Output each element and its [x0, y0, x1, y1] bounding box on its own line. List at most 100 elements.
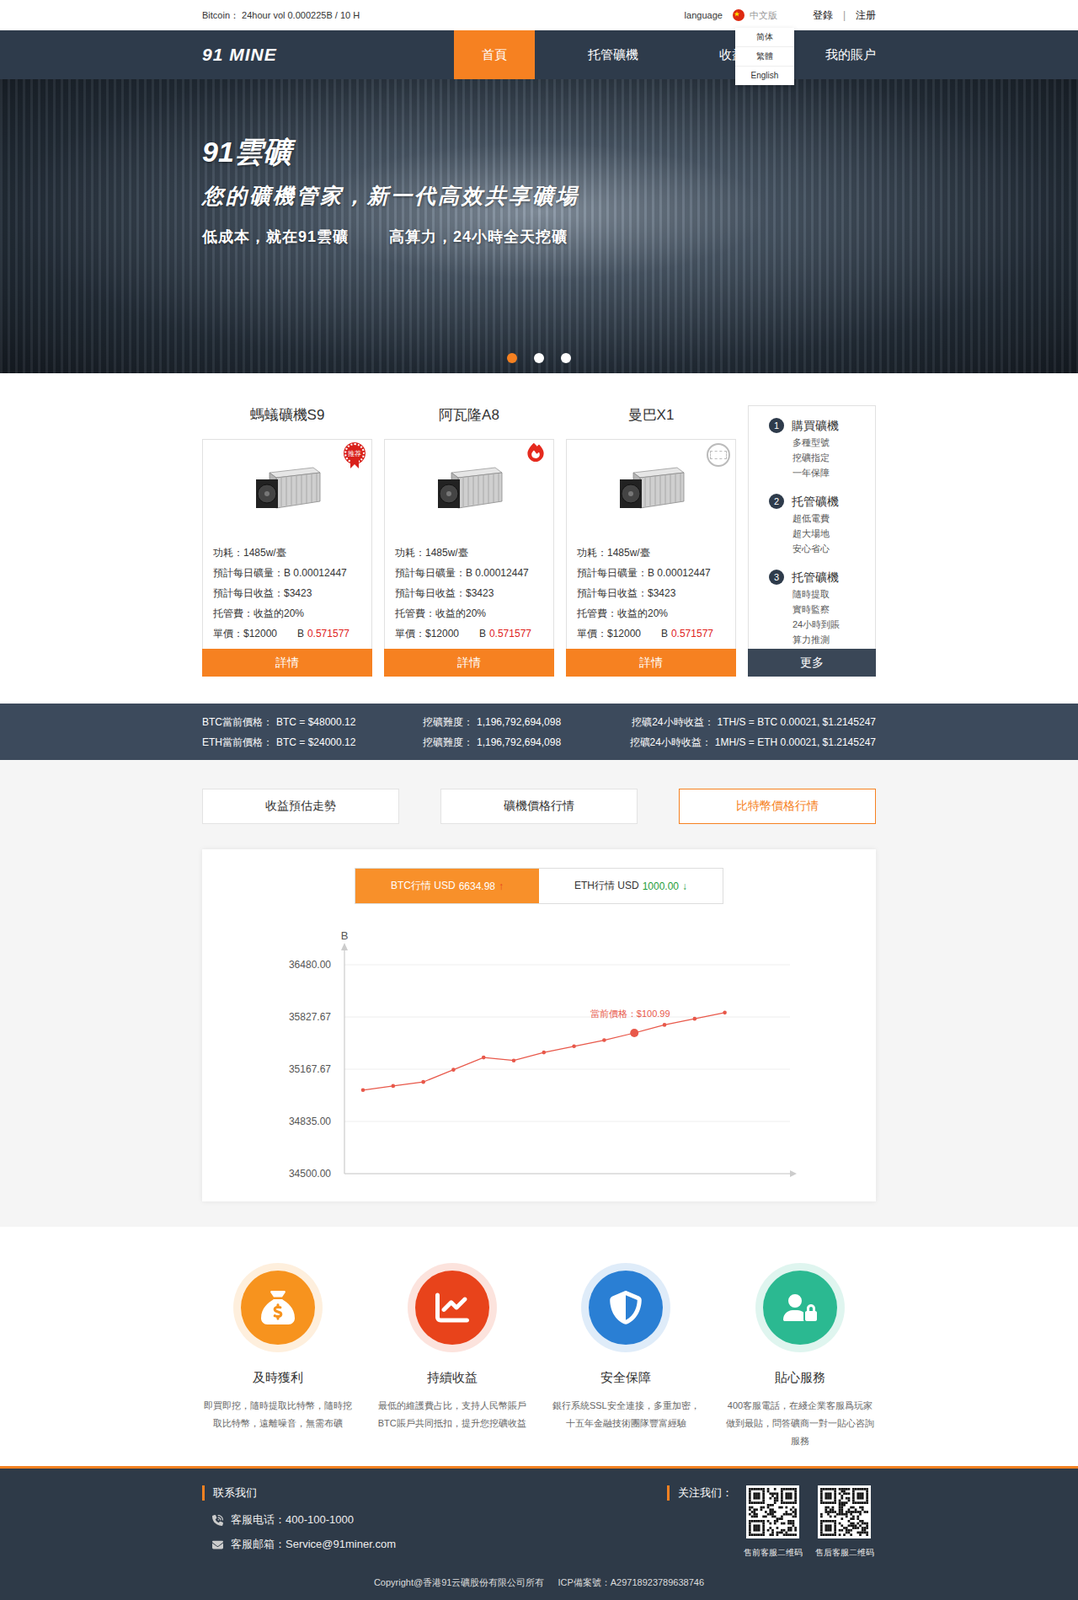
step-title: 購買礦機: [791, 416, 839, 435]
products-section: 螞蟻礦機S9推荐功耗：1485w/臺預計每日礦量：B 0.00012447預計每…: [0, 373, 1078, 704]
stats-strip: BTC當前價格：BTC = $48000.12挖礦難度：1,196,792,69…: [0, 703, 1078, 760]
step: 2托管礦機超低電費超大場地安心省心: [768, 491, 876, 556]
price-chart: B36480.0035827.6735167.6734835.0034500.0…: [202, 916, 876, 1195]
hero-tagline: 低成本，就在91雲礦: [202, 226, 349, 247]
feature-icon: [783, 1290, 817, 1324]
step-title: 托管礦機: [791, 567, 839, 587]
contact-title: 联系我们: [202, 1484, 396, 1500]
feature-badge: [407, 1262, 497, 1352]
language-current[interactable]: 中文版: [749, 9, 778, 22]
feature-badge: [755, 1262, 845, 1352]
price-point[interactable]: [629, 1028, 639, 1037]
y-tick: 35827.67: [288, 1010, 790, 1023]
feature-badge: [581, 1262, 671, 1352]
more-button[interactable]: 更多: [747, 648, 876, 677]
svg-text:34500.00: 34500.00: [288, 1167, 331, 1180]
footer: 联系我们客服电话：400-100-1000客服邮箱：Service@91mine…: [0, 1465, 1078, 1600]
market-tab[interactable]: 收益預估走勢: [202, 788, 400, 824]
step-point: 安心省心: [768, 540, 876, 556]
miner-icon: [250, 464, 324, 515]
coin-toggle-item[interactable]: BTC行情 USD6634.98↑: [355, 868, 539, 903]
register-link[interactable]: 注册: [855, 8, 876, 23]
details-button[interactable]: 詳情: [202, 648, 373, 677]
price-point[interactable]: [361, 1088, 366, 1093]
step-number: 3: [768, 569, 785, 585]
spec-line: 托管費：收益的20%: [213, 603, 362, 624]
price-point[interactable]: [481, 1055, 486, 1060]
stat: BTC當前價格：BTC = $48000.12: [202, 711, 423, 732]
price-point[interactable]: [542, 1050, 547, 1055]
product-card: 功耗：1485w/臺預計每日礦量：B 0.00012447預計每日收益：$342…: [565, 438, 737, 677]
product-name: 阿瓦隆A8: [384, 405, 555, 426]
feature: 及時獲利即買即挖，隨時提取比特幣，隨時挖取比特幣，遠離噪音，無需布礦: [202, 1262, 354, 1450]
stats-row: ETH當前價格：BTC = $24000.12挖礦難度：1,196,792,69…: [202, 731, 876, 753]
price-point[interactable]: [662, 1022, 668, 1027]
market-section: 收益預估走勢 礦機價格行情 比特幣價格行情 BTC行情 USD6634.98↑ETH行…: [0, 759, 1078, 1227]
price-point[interactable]: [421, 1079, 426, 1084]
price-point[interactable]: [571, 1044, 577, 1049]
language-option[interactable]: 繁體: [735, 47, 795, 67]
product: 阿瓦隆A8 功耗：1485w/臺預計每日礦量：B 0.00012447預計每日收益…: [384, 405, 555, 677]
product-card: 功耗：1485w/臺預計每日礦量：B 0.00012447預計每日收益：$342…: [384, 438, 555, 677]
email-row[interactable]: 客服邮箱：Service@91miner.com: [202, 1535, 396, 1553]
qr-code: 售前客服二维码: [741, 1484, 805, 1559]
svg-text:36480.00: 36480.00: [288, 958, 331, 971]
price-point[interactable]: [391, 1083, 396, 1089]
svg-text:35827.67: 35827.67: [288, 1010, 331, 1023]
coin-toggle-item[interactable]: ETH行情 USD1000.00↓: [539, 868, 723, 903]
phone-icon: [212, 1514, 224, 1526]
y-tick: 36480.00: [288, 958, 790, 971]
step-point: 24小時到賬: [768, 616, 876, 632]
carousel-dots: [202, 352, 876, 363]
price-point[interactable]: [722, 1010, 727, 1015]
price-point[interactable]: [602, 1037, 607, 1042]
market-tab[interactable]: 比特幣價格行情: [678, 788, 876, 824]
price-line: [362, 1012, 726, 1090]
sold-out-stamp: [706, 442, 731, 467]
step-point: 挖礦指定: [768, 449, 876, 465]
price-point[interactable]: [693, 1016, 698, 1021]
step: 3托管礦機隨時提取實時監察24小時到賬算力推測: [768, 567, 876, 647]
ticker: Bitcoin： 24hour vol 0.000225B / 10 H: [202, 9, 360, 22]
y-tick: 34835.00: [288, 1115, 790, 1127]
carousel-dot[interactable]: [560, 352, 572, 363]
stat: 挖礦24小時收益：1TH/S = BTC 0.00021, $1.2145247: [631, 711, 876, 732]
carousel-dot[interactable]: [533, 352, 545, 363]
language-switcher[interactable]: language中文版简体繁體English: [684, 0, 778, 31]
carousel-dot[interactable]: [506, 352, 518, 363]
china-flag-icon: [732, 9, 745, 22]
market-tab[interactable]: 礦機價格行情: [440, 788, 638, 824]
details-button[interactable]: 詳情: [565, 648, 737, 677]
product-card: 推荐功耗：1485w/臺預計每日礦量：B 0.00012447預計每日收益：$3…: [202, 438, 373, 677]
price-point[interactable]: [512, 1057, 517, 1062]
qr-caption: 售后客服二维码: [815, 1546, 875, 1559]
price-point[interactable]: [451, 1067, 456, 1072]
trend-arrow: ↑: [498, 880, 504, 892]
language-option[interactable]: English: [735, 66, 795, 86]
language-option[interactable]: 简体: [735, 27, 795, 48]
feature-text: 400客服電話，在綫企業客服爲玩家做到最貼，問答礦商一對一貼心咨詢服務: [724, 1396, 876, 1450]
chart-card: BTC行情 USD6634.98↑ETH行情 USD1000.00↓ B 36480…: [202, 848, 876, 1201]
step-point: 隨時提取: [768, 586, 876, 602]
feature-icon: [608, 1290, 643, 1324]
step-number: 2: [768, 493, 785, 509]
nav-item[interactable]: 首頁: [453, 30, 535, 80]
nav-item[interactable]: 托管礦機: [560, 30, 667, 80]
feature-text: 最低的維護費占比，支持人民幣賬戶 BTC賬戶共同抵扣，提升您挖礦收益: [376, 1396, 529, 1432]
step-title: 托管礦機: [791, 491, 839, 511]
miner-icon: [432, 464, 506, 515]
details-button[interactable]: 詳情: [384, 648, 555, 677]
step: 1購買礦機多種型號挖礦指定一年保障: [768, 416, 876, 481]
hero-banner: 91雲礦您的礦機管家，新一代高效共享礦場低成本，就在91雲礦高算力，24小時全天…: [0, 79, 1078, 374]
feature: 持續收益最低的維護費占比，支持人民幣賬戶 BTC賬戶共同抵扣，提升您挖礦收益: [376, 1262, 529, 1450]
hot-badge: [526, 442, 545, 462]
y-axis-label: B: [341, 928, 349, 942]
coin-toggle: BTC行情 USD6634.98↑ETH行情 USD1000.00↓: [354, 867, 724, 904]
login-link[interactable]: 登錄: [812, 8, 833, 23]
step-point: 算力推測: [768, 631, 876, 647]
logo[interactable]: 91 MINE: [202, 30, 278, 80]
spec-line: 預計每日礦量：B 0.00012447: [576, 562, 726, 583]
nav-item[interactable]: 我的賬户: [797, 30, 876, 80]
price-tooltip: 當前價格：$100.99: [590, 1008, 671, 1019]
step-point: 多種型號: [768, 434, 876, 450]
